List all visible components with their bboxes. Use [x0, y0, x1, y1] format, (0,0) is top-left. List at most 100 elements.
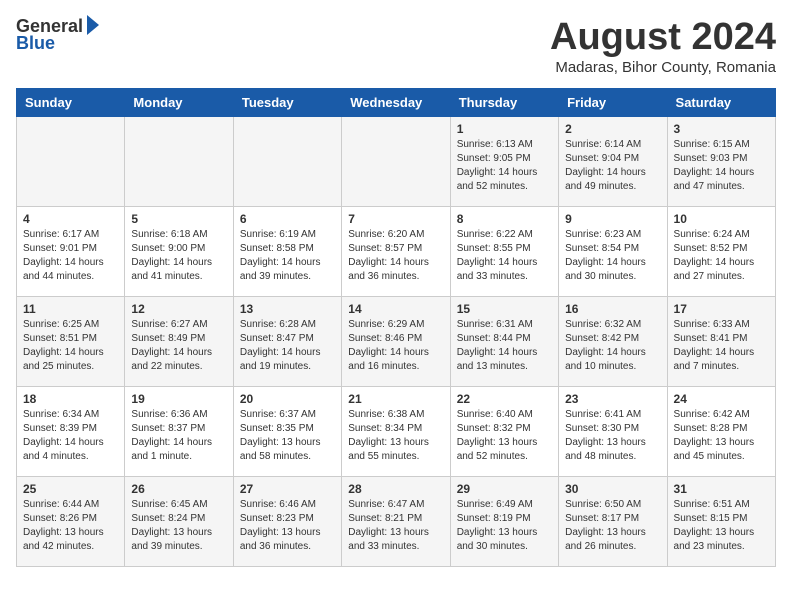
day-number: 21: [348, 392, 443, 406]
cell-content: Sunrise: 6:33 AM Sunset: 8:41 PM Dayligh…: [674, 318, 769, 374]
calendar-cell: 1 Sunrise: 6:13 AM Sunset: 9:05 PM Daylig…: [450, 117, 558, 207]
cell-content: Sunrise: 6:32 AM Sunset: 8:42 PM Dayligh…: [565, 318, 660, 374]
calendar-cell: 2Sunrise: 6:14 AM Sunset: 9:04 PM Daylig…: [559, 117, 667, 207]
day-number: 8: [457, 212, 552, 226]
cell-content: Sunrise: 6:50 AM Sunset: 8:17 PM Dayligh…: [565, 498, 660, 554]
calendar-cell: 9 Sunrise: 6:23 AM Sunset: 8:54 PM Daylig…: [559, 207, 667, 297]
cell-content: Sunrise: 6:18 AM Sunset: 9:00 PM Dayligh…: [131, 228, 226, 284]
day-number: 13: [240, 302, 335, 316]
calendar-cell: 23 Sunrise: 6:41 AM Sunset: 8:30 PM Dayli…: [559, 387, 667, 477]
day-of-week-header: Monday: [125, 89, 233, 117]
calendar-cell: 12Sunrise: 6:27 AM Sunset: 8:49 PM Dayli…: [125, 297, 233, 387]
cell-content: Sunrise: 6:31 AM Sunset: 8:44 PM Dayligh…: [457, 318, 552, 374]
day-number: 9: [565, 212, 660, 226]
day-number: 27: [240, 482, 335, 496]
calendar-cell: 11 Sunrise: 6:25 AM Sunset: 8:51 PM Dayli…: [17, 297, 125, 387]
month-year: August 2024: [550, 16, 776, 59]
day-number: 1: [457, 122, 552, 136]
cell-content: Sunrise: 6:36 AM Sunset: 8:37 PM Dayligh…: [131, 408, 226, 464]
cell-content: Sunrise: 6:42 AM Sunset: 8:28 PM Dayligh…: [674, 408, 769, 464]
cell-content: Sunrise: 6:45 AM Sunset: 8:24 PM Dayligh…: [131, 498, 226, 554]
cell-content: Sunrise: 6:29 AM Sunset: 8:46 PM Dayligh…: [348, 318, 443, 374]
calendar-cell: 6 Sunrise: 6:19 AM Sunset: 8:58 PM Daylig…: [233, 207, 341, 297]
day-number: 4: [23, 212, 118, 226]
day-of-week-header: Friday: [559, 89, 667, 117]
calendar-cell: [233, 117, 341, 207]
day-number: 3: [674, 122, 769, 136]
calendar-cell: [125, 117, 233, 207]
day-number: 22: [457, 392, 552, 406]
calendar-cell: 31Sunrise: 6:51 AM Sunset: 8:15 PM Dayli…: [667, 477, 775, 567]
cell-content: Sunrise: 6:41 AM Sunset: 8:30 PM Dayligh…: [565, 408, 660, 464]
cell-content: Sunrise: 6:44 AM Sunset: 8:26 PM Dayligh…: [23, 498, 118, 554]
calendar-cell: 24 Sunrise: 6:42 AM Sunset: 8:28 PM Dayli…: [667, 387, 775, 477]
calendar-cell: 13Sunrise: 6:28 AM Sunset: 8:47 PM Dayli…: [233, 297, 341, 387]
calendar-cell: 10Sunrise: 6:24 AM Sunset: 8:52 PM Dayli…: [667, 207, 775, 297]
calendar-cell: [17, 117, 125, 207]
day-of-week-header: Tuesday: [233, 89, 341, 117]
calendar-cell: 22 Sunrise: 6:40 AM Sunset: 8:32 PM Dayli…: [450, 387, 558, 477]
calendar-cell: 8Sunrise: 6:22 AM Sunset: 8:55 PM Daylig…: [450, 207, 558, 297]
day-number: 12: [131, 302, 226, 316]
calendar-cell: 18 Sunrise: 6:34 AM Sunset: 8:39 PM Dayli…: [17, 387, 125, 477]
calendar-header-row: SundayMondayTuesdayWednesdayThursdayFrid…: [17, 89, 776, 117]
day-number: 26: [131, 482, 226, 496]
cell-content: Sunrise: 6:14 AM Sunset: 9:04 PM Dayligh…: [565, 138, 660, 194]
day-number: 23: [565, 392, 660, 406]
cell-content: Sunrise: 6:19 AM Sunset: 8:58 PM Dayligh…: [240, 228, 335, 284]
cell-content: Sunrise: 6:24 AM Sunset: 8:52 PM Dayligh…: [674, 228, 769, 284]
calendar-week-row: 11 Sunrise: 6:25 AM Sunset: 8:51 PM Dayli…: [17, 297, 776, 387]
calendar-cell: 26 Sunrise: 6:45 AM Sunset: 8:24 PM Dayli…: [125, 477, 233, 567]
cell-content: Sunrise: 6:23 AM Sunset: 8:54 PM Dayligh…: [565, 228, 660, 284]
day-number: 24: [674, 392, 769, 406]
cell-content: Sunrise: 6:46 AM Sunset: 8:23 PM Dayligh…: [240, 498, 335, 554]
cell-content: Sunrise: 6:47 AM Sunset: 8:21 PM Dayligh…: [348, 498, 443, 554]
day-number: 19: [131, 392, 226, 406]
calendar-cell: 7Sunrise: 6:20 AM Sunset: 8:57 PM Daylig…: [342, 207, 450, 297]
calendar-cell: 5Sunrise: 6:18 AM Sunset: 9:00 PM Daylig…: [125, 207, 233, 297]
calendar-cell: 28Sunrise: 6:47 AM Sunset: 8:21 PM Dayli…: [342, 477, 450, 567]
day-number: 11: [23, 302, 118, 316]
calendar-cell: 20Sunrise: 6:37 AM Sunset: 8:35 PM Dayli…: [233, 387, 341, 477]
calendar-cell: 19 Sunrise: 6:36 AM Sunset: 8:37 PM Dayli…: [125, 387, 233, 477]
page-header: General Blue August 2024 Madaras, Bihor …: [16, 16, 776, 76]
day-number: 7: [348, 212, 443, 226]
title-section: August 2024 Madaras, Bihor County, Roman…: [550, 16, 776, 76]
calendar-cell: 15 Sunrise: 6:31 AM Sunset: 8:44 PM Dayli…: [450, 297, 558, 387]
calendar-cell: 25 Sunrise: 6:44 AM Sunset: 8:26 PM Dayli…: [17, 477, 125, 567]
cell-content: Sunrise: 6:49 AM Sunset: 8:19 PM Dayligh…: [457, 498, 552, 554]
calendar-cell: [342, 117, 450, 207]
calendar-week-row: 25 Sunrise: 6:44 AM Sunset: 8:26 PM Dayli…: [17, 477, 776, 567]
day-number: 25: [23, 482, 118, 496]
day-of-week-header: Sunday: [17, 89, 125, 117]
cell-content: Sunrise: 6:38 AM Sunset: 8:34 PM Dayligh…: [348, 408, 443, 464]
cell-content: Sunrise: 6:17 AM Sunset: 9:01 PM Dayligh…: [23, 228, 118, 284]
calendar-cell: 27 Sunrise: 6:46 AM Sunset: 8:23 PM Dayli…: [233, 477, 341, 567]
logo: General Blue: [16, 16, 99, 54]
calendar-cell: 3Sunrise: 6:15 AM Sunset: 9:03 PM Daylig…: [667, 117, 775, 207]
day-of-week-header: Thursday: [450, 89, 558, 117]
logo-arrow-icon: [87, 15, 99, 35]
calendar-cell: 29 Sunrise: 6:49 AM Sunset: 8:19 PM Dayli…: [450, 477, 558, 567]
day-number: 29: [457, 482, 552, 496]
day-of-week-header: Saturday: [667, 89, 775, 117]
day-of-week-header: Wednesday: [342, 89, 450, 117]
day-number: 15: [457, 302, 552, 316]
calendar-cell: 21 Sunrise: 6:38 AM Sunset: 8:34 PM Dayli…: [342, 387, 450, 477]
cell-content: Sunrise: 6:51 AM Sunset: 8:15 PM Dayligh…: [674, 498, 769, 554]
calendar-week-row: 18 Sunrise: 6:34 AM Sunset: 8:39 PM Dayli…: [17, 387, 776, 477]
cell-content: Sunrise: 6:34 AM Sunset: 8:39 PM Dayligh…: [23, 408, 118, 464]
cell-content: Sunrise: 6:37 AM Sunset: 8:35 PM Dayligh…: [240, 408, 335, 464]
calendar-week-row: 1 Sunrise: 6:13 AM Sunset: 9:05 PM Daylig…: [17, 117, 776, 207]
logo-blue-text: Blue: [16, 33, 55, 54]
location: Madaras, Bihor County, Romania: [550, 59, 776, 76]
cell-content: Sunrise: 6:13 AM Sunset: 9:05 PM Dayligh…: [457, 138, 552, 194]
day-number: 6: [240, 212, 335, 226]
cell-content: Sunrise: 6:25 AM Sunset: 8:51 PM Dayligh…: [23, 318, 118, 374]
calendar-body: 1 Sunrise: 6:13 AM Sunset: 9:05 PM Daylig…: [17, 117, 776, 567]
calendar-week-row: 4 Sunrise: 6:17 AM Sunset: 9:01 PM Daylig…: [17, 207, 776, 297]
day-number: 18: [23, 392, 118, 406]
day-number: 30: [565, 482, 660, 496]
cell-content: Sunrise: 6:40 AM Sunset: 8:32 PM Dayligh…: [457, 408, 552, 464]
calendar-cell: 17Sunrise: 6:33 AM Sunset: 8:41 PM Dayli…: [667, 297, 775, 387]
